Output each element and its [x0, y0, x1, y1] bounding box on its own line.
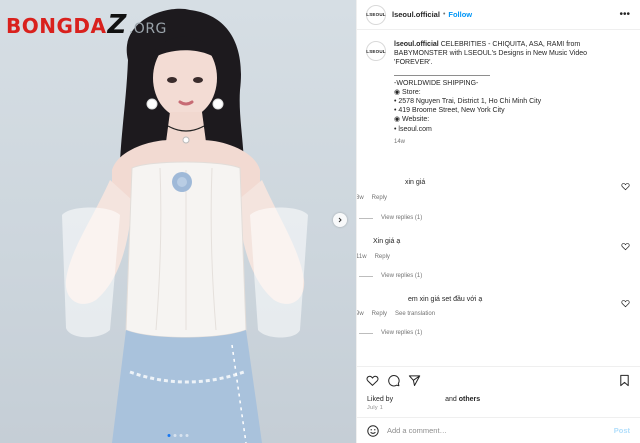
header-separator: • — [442, 11, 446, 18]
photo-illustration — [62, 8, 308, 443]
replies-line — [359, 217, 373, 219]
watermark-logo: BONGDAZ .ORG — [6, 12, 167, 38]
replies-line — [359, 332, 373, 334]
caption-store-2: • 419 Broome Street, New York City — [394, 107, 505, 115]
watermark-suffix: .ORG — [128, 21, 167, 37]
share-icon[interactable] — [408, 374, 421, 387]
reply-button[interactable]: Reply — [375, 254, 390, 260]
post-comment-button[interactable]: Post — [614, 426, 630, 435]
see-translation-button[interactable]: See translation — [395, 311, 435, 317]
heart-icon[interactable] — [621, 242, 630, 251]
view-replies-label[interactable]: View replies (1) — [381, 330, 422, 336]
heart-icon[interactable] — [621, 182, 630, 191]
carousel-dots — [167, 434, 189, 437]
comment-icon[interactable] — [387, 374, 400, 387]
view-replies-button[interactable]: View replies (1) — [359, 273, 422, 279]
reply-button[interactable]: Reply — [372, 311, 387, 317]
likes-summary: Liked by and others — [357, 394, 640, 405]
comment-meta: 9w Reply See translation — [357, 311, 443, 317]
comment-text: em xin giá set đầu với ạ — [408, 296, 483, 303]
view-replies-button[interactable]: View replies (1) — [359, 330, 422, 336]
post-date: July 1 — [367, 405, 384, 411]
view-replies-button[interactable]: View replies (1) — [359, 215, 422, 221]
post-caption: LSEOUL lseoul.official CELEBRITIES - CHI… — [366, 40, 630, 147]
post-photo[interactable]: BONGDAZ .ORG — [0, 0, 356, 443]
post-header: LSEOUL lseoul.official • Follow ••• — [357, 0, 640, 30]
caption-divider — [394, 74, 490, 76]
comment-time: 11w — [357, 254, 367, 260]
caption-timestamp: 14w — [394, 138, 406, 145]
caption-store-1: • 2578 Nguyen Trai, District 1, Ho Chi M… — [394, 98, 542, 106]
caption-text: lseoul.official CELEBRITIES - CHIQUITA, … — [394, 40, 620, 68]
caption-website-label: ◉ Website: — [394, 116, 430, 124]
carousel-dot — [173, 434, 177, 437]
carousel-dot — [185, 434, 189, 437]
account-username[interactable]: lseoul.official — [392, 10, 440, 19]
carousel-dot — [179, 434, 183, 437]
instagram-post-view: BONGDAZ .ORG LSEOUL lseoul.official • Fol… — [0, 0, 640, 443]
likes-others-link[interactable]: others — [459, 396, 480, 403]
comment-time: 9w — [357, 311, 364, 317]
follow-button[interactable]: Follow — [448, 10, 472, 19]
comment-text: Xin giá ạ — [373, 238, 401, 245]
view-replies-label[interactable]: View replies (1) — [381, 215, 422, 221]
post-actions-bar — [357, 366, 640, 394]
like-heart-icon[interactable] — [366, 374, 379, 387]
add-comment-bar: Add a comment… Post — [357, 417, 640, 443]
caption-shipping: -WORLDWIDE SHIPPING- — [394, 79, 479, 87]
view-replies-label[interactable]: View replies (1) — [381, 273, 422, 279]
account-avatar[interactable]: LSEOUL — [366, 4, 386, 25]
bookmark-icon[interactable] — [618, 374, 631, 387]
carousel-dot-active — [167, 434, 171, 437]
comment-meta: 11w Reply — [357, 254, 398, 260]
watermark-z: Z — [107, 10, 127, 40]
post-side-panel: LSEOUL lseoul.official • Follow ••• LSEO… — [356, 0, 640, 443]
emoji-icon[interactable] — [367, 424, 379, 437]
comment-text: xin giá — [405, 179, 426, 186]
heart-icon[interactable] — [621, 299, 630, 308]
more-options-icon[interactable]: ••• — [619, 9, 630, 20]
chevron-right-icon — [338, 217, 342, 223]
caption-website[interactable]: • lseoul.com — [394, 125, 620, 134]
caption-avatar[interactable]: LSEOUL — [366, 41, 386, 61]
caption-body: lseoul.official CELEBRITIES - CHIQUITA, … — [394, 40, 620, 147]
caption-store-label: ◉ Store: — [394, 88, 421, 96]
comment-time: 8w — [357, 195, 364, 201]
reply-button[interactable]: Reply — [372, 195, 387, 201]
comments-scroll-area[interactable]: LSEOUL lseoul.official CELEBRITIES - CHI… — [357, 30, 640, 366]
likes-suffix: and — [445, 396, 457, 403]
add-comment-input[interactable]: Add a comment… — [387, 426, 447, 435]
watermark-main: BONGDA — [6, 14, 107, 38]
next-image-button[interactable] — [333, 213, 347, 227]
caption-username[interactable]: lseoul.official — [394, 41, 439, 48]
likes-prefix: Liked by — [367, 396, 394, 403]
comment-meta: 8w Reply — [357, 195, 395, 201]
replies-line — [359, 275, 373, 277]
